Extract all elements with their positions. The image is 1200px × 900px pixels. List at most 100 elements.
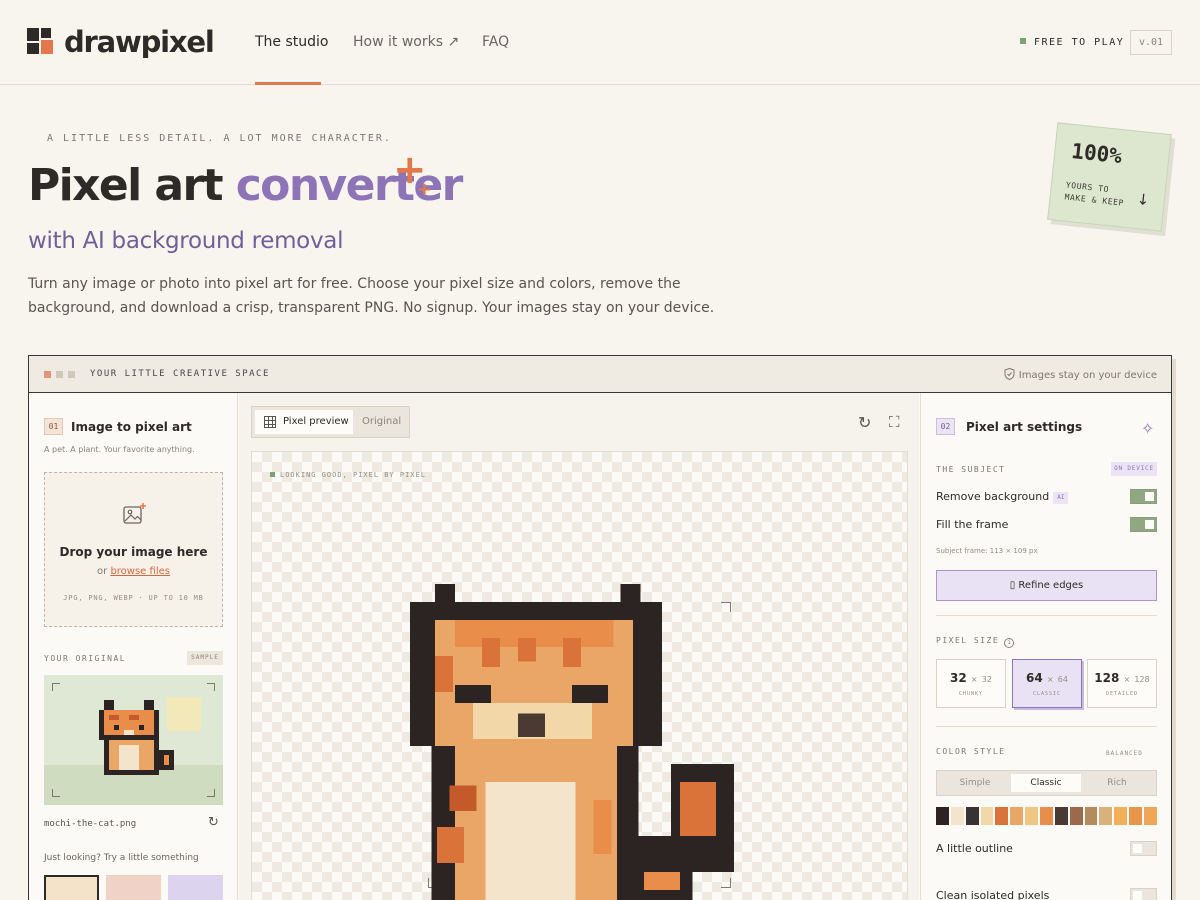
size-option-x: × xyxy=(1046,675,1054,684)
crop-corner xyxy=(52,683,60,691)
tab-pixel-preview-label: Pixel preview xyxy=(283,416,349,427)
upload-panel-subtitle: A pet. A plant. Your favorite anything. xyxy=(44,445,195,454)
palette-swatch[interactable] xyxy=(1114,807,1128,825)
crop-corner xyxy=(207,789,215,797)
toggle-knob xyxy=(1145,492,1154,501)
outline-label: A little outline xyxy=(936,842,1013,855)
app-bar-title: YOUR LITTLE CREATIVE SPACE xyxy=(90,369,270,379)
settings-panel: 02 Pixel art settings ✧ THE SUBJECT ON D… xyxy=(920,393,1171,900)
palette-swatch[interactable] xyxy=(950,807,964,825)
tab-pixel-preview[interactable]: Pixel preview xyxy=(255,410,353,434)
try-sample-text: Just looking? Try a little something xyxy=(44,853,199,863)
size-option-n: 32 xyxy=(950,671,967,685)
step-badge: 02 xyxy=(936,418,955,435)
size-option-64[interactable]: 64 × 64 CLASSIC xyxy=(1012,659,1082,708)
remove-background-row: Remove background AI xyxy=(936,490,1069,504)
palette-swatch[interactable] xyxy=(1099,807,1113,825)
plus-small-decoration-icon: + xyxy=(417,179,433,200)
logo-icon[interactable] xyxy=(27,28,55,56)
nav-faq[interactable]: FAQ xyxy=(482,34,509,50)
style-option-simple[interactable]: Simple xyxy=(940,774,1010,792)
style-option-classic[interactable]: Classic xyxy=(1011,774,1081,792)
palette-swatch[interactable] xyxy=(1025,807,1039,825)
size-option-n: 64 xyxy=(1026,671,1043,685)
upload-panel: 01 Image to pixel art A pet. A plant. Yo… xyxy=(29,393,238,900)
dropzone-title: Drop your image here xyxy=(59,545,208,559)
size-option-m: 128 xyxy=(1134,675,1150,684)
nav-how-it-works[interactable]: How it works ↗ xyxy=(353,34,459,50)
size-option-128[interactable]: 128 × 128 DETAILED xyxy=(1087,659,1157,708)
reset-icon[interactable]: ↻ xyxy=(208,815,219,830)
sticker-badge: 100% YOURS TO MAKE & KEEP ↓ xyxy=(1047,122,1172,232)
palette-swatch[interactable] xyxy=(965,807,979,825)
canvas-status-text: LOOKING GOOD, PIXEL BY PIXEL xyxy=(280,471,427,479)
size-option-m: 64 xyxy=(1057,675,1068,684)
status-dot xyxy=(270,472,275,477)
sticker-text: YOURS TO MAKE & KEEP xyxy=(1064,180,1125,208)
reset-icon[interactable]: ↻ xyxy=(858,413,871,432)
toggle-knob xyxy=(1133,844,1142,853)
palette-swatch[interactable] xyxy=(936,807,949,825)
shield-icon xyxy=(1004,368,1015,380)
original-label: YOUR ORIGINAL xyxy=(44,654,127,663)
palette-swatch[interactable] xyxy=(995,807,1009,825)
clean-pixels-toggle[interactable] xyxy=(1130,888,1157,900)
fill-frame-toggle[interactable] xyxy=(1130,517,1157,532)
style-option-rich[interactable]: Rich xyxy=(1082,774,1152,792)
palette-swatch[interactable] xyxy=(1054,807,1068,825)
outline-toggle[interactable] xyxy=(1130,841,1157,856)
info-icon[interactable]: i xyxy=(1004,638,1015,648)
canvas-status: LOOKING GOOD, PIXEL BY PIXEL xyxy=(270,471,426,479)
pixel-size-label-text: PIXEL SIZE xyxy=(936,636,1000,645)
palette-swatch[interactable] xyxy=(1129,807,1143,825)
original-cat-image xyxy=(99,700,174,775)
size-option-n: 128 xyxy=(1094,671,1120,685)
nav-the-studio[interactable]: The studio xyxy=(255,34,329,50)
settings-title: Pixel art settings xyxy=(966,420,1083,434)
balanced-label: BALANCED xyxy=(1106,750,1143,757)
dropzone-or: or xyxy=(97,566,108,577)
privacy-note: Images stay on your device xyxy=(1004,368,1157,381)
window-dot xyxy=(68,371,75,378)
size-option-m: 32 xyxy=(981,675,992,684)
palette-swatch[interactable] xyxy=(1144,807,1157,825)
sample-thumbnail-mushroom[interactable] xyxy=(106,875,161,900)
image-dropzone[interactable]: Drop your image here or browse files JPG… xyxy=(44,472,223,627)
sample-thumbnail-pot[interactable] xyxy=(168,875,223,900)
pixel-canvas[interactable]: LOOKING GOOD, PIXEL BY PIXEL xyxy=(251,451,908,900)
fill-frame-label: Fill the frame xyxy=(936,518,1009,531)
palette-swatch[interactable] xyxy=(1010,807,1024,825)
hero-description: Turn any image or photo into pixel art f… xyxy=(28,276,715,316)
crop-corner xyxy=(207,683,215,691)
site-header: drawpixel The studio How it works ↗ FAQ … xyxy=(0,0,1200,85)
refine-edges-button[interactable]: ▯ Refine edges xyxy=(936,570,1157,601)
browse-files-link[interactable]: browse files xyxy=(110,566,170,577)
fullscreen-icon[interactable]: ⛶ xyxy=(889,413,900,431)
on-device-badge: ON DEVICE xyxy=(1111,462,1157,476)
color-style-selector: Simple Classic Rich xyxy=(936,770,1157,796)
crop-corner xyxy=(52,789,60,797)
logo-wordmark[interactable]: drawpixel xyxy=(64,25,215,59)
size-option-name: CHUNKY xyxy=(958,691,984,697)
sample-thumbnail-cat[interactable] xyxy=(44,875,99,900)
size-option-name: CLASSIC xyxy=(1032,691,1062,697)
dropzone-formats: JPG, PNG, WEBP · UP TO 10 MB xyxy=(63,594,204,602)
size-option-value: 64 × 64 xyxy=(1013,671,1081,685)
pixel-size-label: PIXEL SIZE i xyxy=(936,636,1015,648)
dropzone-browse-text: or browse files xyxy=(45,566,222,577)
palette-swatch[interactable] xyxy=(1069,807,1083,825)
sticker-percent: 100% xyxy=(1070,138,1124,169)
version-badge: v.01 xyxy=(1130,30,1172,55)
tab-original[interactable]: Original xyxy=(362,410,401,434)
palette-swatch[interactable] xyxy=(1084,807,1098,825)
step-badge: 01 xyxy=(44,418,63,435)
palette-swatch[interactable] xyxy=(980,807,994,825)
palette-swatch[interactable] xyxy=(1040,807,1053,825)
remove-background-toggle[interactable] xyxy=(1130,489,1157,504)
app-title-bar: YOUR LITTLE CREATIVE SPACE Images stay o… xyxy=(29,356,1171,393)
hero-eyebrow: A LITTLE LESS DETAIL. A LOT MORE CHARACT… xyxy=(47,133,392,144)
privacy-note-text: Images stay on your device xyxy=(1018,370,1157,381)
sparkle-icon[interactable]: ✧ xyxy=(1141,419,1154,438)
size-option-32[interactable]: 32 × 32 CHUNKY xyxy=(936,659,1006,708)
hero-title-plain: Pixel art xyxy=(28,160,236,211)
